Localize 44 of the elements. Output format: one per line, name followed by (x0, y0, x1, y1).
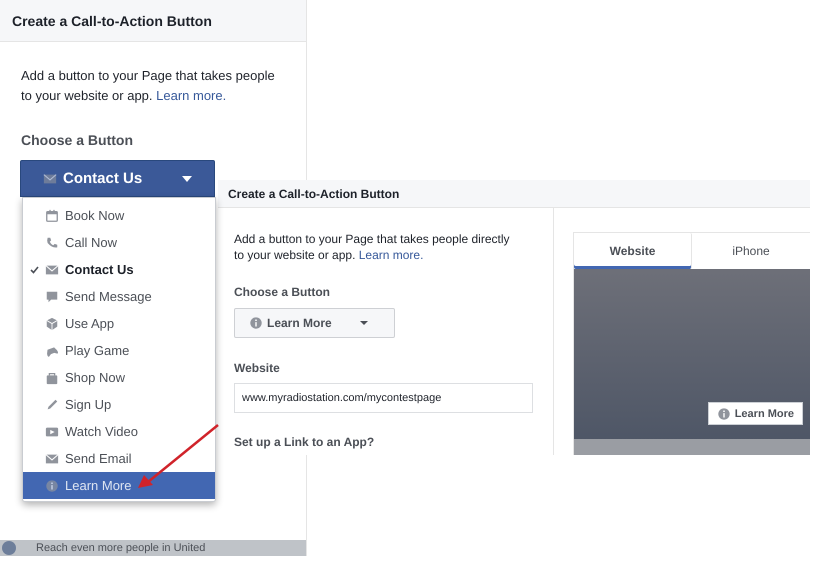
envelope-icon (45, 262, 59, 276)
intro-text: Add a button to your Page that takes people directly to your website or app. Learn more. (234, 231, 510, 263)
reach-text: Reach even more people in United (36, 541, 206, 555)
menu-item[interactable]: Watch Video (23, 418, 215, 445)
website-field[interactable]: www.myradiostation.com/mycontestpage (234, 383, 533, 413)
menu-item[interactable]: Book Now (23, 202, 215, 229)
info-icon (716, 406, 731, 420)
learn-more-link[interactable]: Learn more. (156, 88, 226, 103)
pencil-icon (45, 398, 59, 412)
learn-more-link[interactable]: Learn more. (358, 248, 424, 262)
preview-tab[interactable]: Website (574, 233, 692, 269)
website-label: Website (234, 361, 280, 375)
info-icon (45, 478, 59, 492)
menu-item[interactable]: Sign Up (23, 391, 215, 418)
menu-item[interactable]: Shop Now (23, 364, 215, 391)
choose-label: Choose a Button (234, 285, 330, 299)
menu-item[interactable]: Call Now (23, 229, 215, 256)
button-type-dropdown[interactable]: Learn More (234, 308, 395, 338)
menu-item[interactable]: Contact Us (23, 256, 215, 283)
cube-icon (45, 316, 59, 330)
bag-icon (45, 370, 59, 384)
menu-item[interactable]: Learn More (23, 472, 215, 499)
menu-item[interactable]: Send Email (23, 445, 215, 472)
menu-item[interactable]: Use App (23, 310, 215, 337)
dialog-title: Create a Call-to-Action Button (228, 186, 400, 200)
menu-item[interactable]: Send Message (23, 283, 215, 310)
speech-bubble-icon (45, 290, 59, 304)
menu-item[interactable]: Play Game (23, 337, 215, 364)
caret-icon (360, 321, 368, 325)
caret-icon (182, 176, 192, 182)
play-icon (45, 424, 59, 438)
dialog-title: Create a Call-to-Action Button (12, 12, 212, 28)
envelope-icon (45, 452, 59, 466)
button-type-dropdown[interactable]: Contact Us (20, 160, 215, 197)
info-icon (249, 316, 263, 330)
avatar-icon (2, 541, 16, 555)
app-link-label: Set up a Link to an App? (234, 435, 374, 449)
check-icon (30, 266, 38, 274)
phone-icon (45, 236, 59, 250)
intro-text: Add a button to your Page that takes people to your website or app. Learn more. (21, 67, 275, 105)
calendar-icon (45, 208, 59, 222)
choose-label: Choose a Button (21, 132, 133, 148)
envelope-icon (43, 172, 57, 186)
learn-more-button[interactable]: Learn More (708, 402, 803, 425)
